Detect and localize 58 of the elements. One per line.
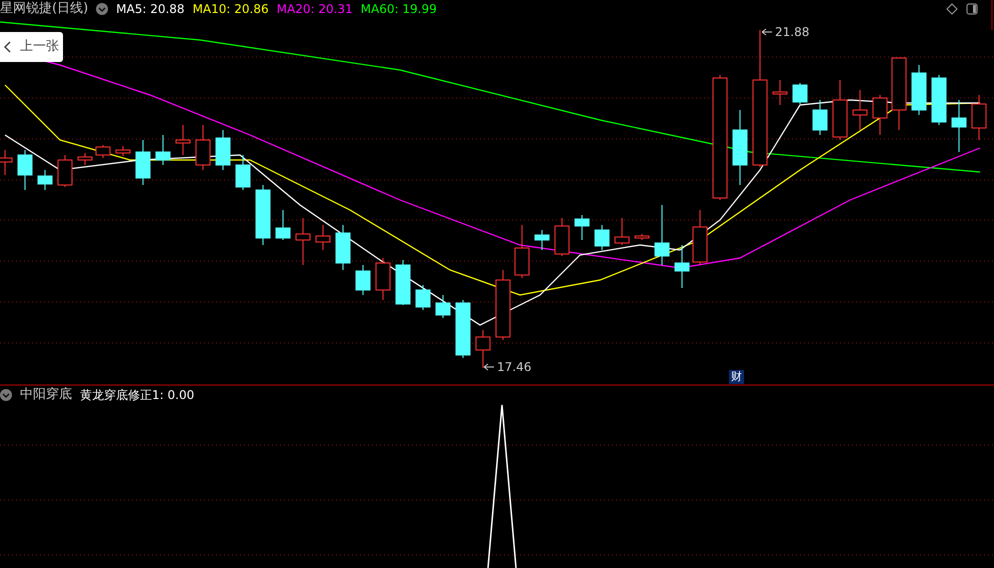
candlestick xyxy=(236,154,250,190)
candlestick xyxy=(772,80,788,106)
candlestick xyxy=(872,94,888,136)
candlestick xyxy=(852,90,868,130)
candlestick xyxy=(436,294,450,318)
candlestick xyxy=(18,150,32,190)
moving-average-value: MA5: 20.88 xyxy=(116,1,185,18)
candlestick xyxy=(256,184,270,246)
candlestick xyxy=(792,82,808,104)
candlestick xyxy=(156,134,170,166)
moving-average-value: MA60: 19.99 xyxy=(360,1,437,18)
candlestick xyxy=(692,210,708,266)
candlestick xyxy=(78,152,92,166)
chevron-left-icon xyxy=(4,41,12,53)
candlestick xyxy=(554,218,570,256)
candlestick xyxy=(376,258,390,300)
candlestick xyxy=(196,124,210,170)
candlestick xyxy=(972,94,986,140)
candlestick xyxy=(912,64,926,116)
candlestick xyxy=(496,270,510,340)
candlestick xyxy=(276,210,290,240)
dropdown-icon[interactable] xyxy=(96,3,108,15)
indicator-name: 中阳穿底 xyxy=(20,386,72,404)
candlestick xyxy=(534,230,550,250)
candlestick xyxy=(176,124,190,156)
candlestick xyxy=(614,218,630,246)
window-icon[interactable] xyxy=(966,3,978,15)
candlestick xyxy=(396,260,410,306)
candlestick xyxy=(932,74,946,126)
candlestick xyxy=(296,218,310,266)
previous-button[interactable]: 上一张 xyxy=(0,32,63,62)
candlestick xyxy=(456,300,470,358)
candlestick xyxy=(654,204,670,266)
candlestick xyxy=(58,154,72,188)
finance-badge: 财 xyxy=(729,370,744,384)
moving-average-value: MA10: 20.86 xyxy=(192,1,269,18)
dropdown-icon[interactable] xyxy=(0,389,12,401)
candlestick xyxy=(116,146,130,156)
candlestick xyxy=(594,224,610,250)
candlestick xyxy=(514,224,530,278)
stock-title: 星网锐捷(日线) xyxy=(0,0,88,18)
candlestick xyxy=(574,214,590,240)
candlestick xyxy=(416,284,430,310)
candlestick xyxy=(136,140,150,186)
candlestick xyxy=(316,224,330,250)
candlestick xyxy=(674,244,690,288)
candlestick xyxy=(476,330,490,368)
diamond-icon[interactable] xyxy=(946,3,958,15)
candlestick xyxy=(812,100,828,136)
candlestick xyxy=(38,170,52,190)
candlestick xyxy=(356,264,370,296)
candlestick xyxy=(336,224,350,270)
candlestick xyxy=(952,100,966,152)
candlestick xyxy=(216,130,230,170)
indicator-value: 黄龙穿底修正1: 0.00 xyxy=(80,387,194,404)
candlestick xyxy=(96,144,110,158)
moving-average-value: MA20: 20.31 xyxy=(276,1,353,18)
candlestick xyxy=(832,80,848,140)
